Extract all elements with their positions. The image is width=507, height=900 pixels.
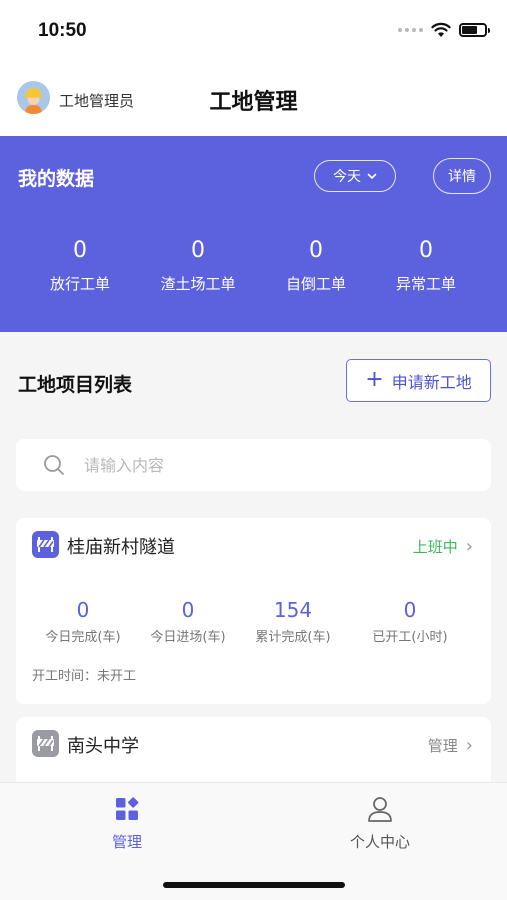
- period-label: 今天: [333, 169, 361, 185]
- barrier-icon: [32, 730, 59, 757]
- tab-label: 管理: [111, 833, 142, 851]
- apply-new-site-label: 申请新工地: [391, 372, 472, 392]
- grid-icon: [116, 797, 139, 820]
- apply-new-site-button[interactable]: + 申请新工地: [346, 359, 491, 402]
- site-name: 桂庙新村隧道: [67, 537, 175, 558]
- status-indicators: [398, 22, 490, 38]
- person-icon: [368, 797, 392, 822]
- search-icon: [44, 455, 64, 475]
- period-dropdown[interactable]: 今天: [314, 160, 396, 192]
- site-card[interactable]: 南头中学 管理 ›: [16, 717, 491, 787]
- stat-self-dump-orders[interactable]: 0 自倒工单: [256, 238, 376, 294]
- page-title: 工地管理: [209, 90, 298, 115]
- tab-label: 个人中心: [349, 833, 410, 851]
- stat-label: 渣土场工单: [160, 275, 236, 293]
- battery-icon: [459, 23, 490, 37]
- site-status[interactable]: 上班中 ›: [413, 536, 473, 557]
- stat-value: 0: [419, 238, 433, 263]
- stat-label: 异常工单: [395, 275, 456, 293]
- site-name: 南头中学: [67, 736, 139, 757]
- plus-icon: +: [365, 366, 384, 392]
- site-stat-label: 累计完成(车): [255, 630, 331, 645]
- barrier-icon: [32, 531, 59, 558]
- tab-bar: 管理 个人中心: [0, 782, 507, 900]
- site-list-title: 工地项目列表: [18, 374, 133, 396]
- home-indicator[interactable]: [163, 882, 345, 888]
- site-stat-label: 已开工(小时): [372, 630, 448, 645]
- stat-label: 放行工单: [49, 275, 110, 293]
- chevron-right-icon: ›: [465, 536, 473, 557]
- site-stat-value: 0: [181, 598, 195, 622]
- site-status-label: 上班中: [412, 538, 458, 556]
- status-time: 10:50: [38, 20, 87, 41]
- site-status[interactable]: 管理 ›: [428, 735, 473, 756]
- chevron-down-icon: [367, 173, 377, 179]
- stat-dump-site-orders[interactable]: 0 渣土场工单: [138, 238, 258, 294]
- site-stat-label: 今日完成(车): [45, 630, 121, 645]
- site-stat-value: 0: [76, 598, 90, 622]
- search-box[interactable]: [16, 439, 491, 491]
- tab-manage[interactable]: 管理: [67, 795, 187, 852]
- my-data-panel: 我的数据 今天 详情 0 放行工单 0 渣土场工单 0 自倒工单 0 异常工单: [0, 136, 507, 332]
- site-stat-value: 0: [403, 598, 417, 622]
- stat-value: 0: [191, 238, 205, 263]
- detail-button[interactable]: 详情: [433, 158, 491, 194]
- site-stat-today-entered: 0 今日进场(车): [133, 598, 243, 645]
- site-stat-hours-worked: 0 已开工(小时): [355, 598, 465, 645]
- signal-dots-icon: [398, 28, 423, 32]
- site-status-label: 管理: [427, 737, 458, 755]
- status-bar: 10:50: [0, 0, 507, 62]
- site-start-time: 开工时间：未开工: [32, 669, 137, 684]
- stat-label: 自倒工单: [285, 275, 346, 293]
- my-data-title: 我的数据: [18, 168, 95, 190]
- header: 工地管理员 工地管理: [0, 62, 507, 136]
- stat-abnormal-orders[interactable]: 0 异常工单: [366, 238, 486, 294]
- site-stat-today-completed: 0 今日完成(车): [28, 598, 138, 645]
- site-stat-total-completed: 154 累计完成(车): [238, 598, 348, 645]
- stat-value: 0: [309, 238, 323, 263]
- site-card[interactable]: 桂庙新村隧道 上班中 › 0 今日完成(车) 0 今日进场(车) 154 累计完…: [16, 518, 491, 704]
- wifi-icon: [431, 22, 451, 37]
- stat-value: 0: [73, 238, 87, 263]
- search-input[interactable]: [84, 453, 464, 477]
- stat-release-orders[interactable]: 0 放行工单: [20, 238, 140, 294]
- chevron-right-icon: ›: [465, 735, 473, 756]
- site-stat-label: 今日进场(车): [150, 630, 226, 645]
- site-stat-value: 154: [273, 598, 313, 622]
- tab-personal-center[interactable]: 个人中心: [320, 795, 440, 852]
